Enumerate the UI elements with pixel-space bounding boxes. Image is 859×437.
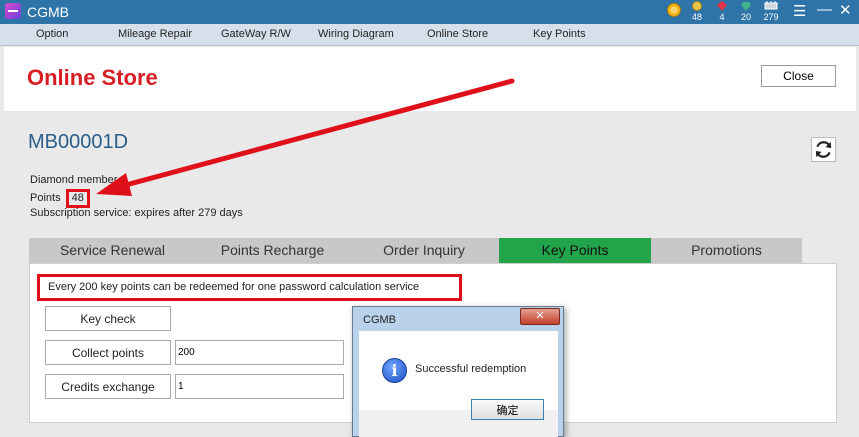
tab-bar: Service Renewal Points Recharge Order In… [29, 238, 802, 263]
info-icon: i [382, 358, 407, 383]
tab-points-recharge[interactable]: Points Recharge [196, 238, 349, 263]
ok-button[interactable]: 确定 [471, 399, 544, 420]
redemption-notice: Every 200 key points can be redeemed for… [37, 274, 462, 301]
tab-promotions[interactable]: Promotions [651, 238, 802, 263]
dialog-title: CGMB [363, 314, 396, 326]
tab-service-renewal[interactable]: Service Renewal [29, 238, 196, 263]
dialog-body: i Successful redemption [359, 331, 558, 437]
dialog-close-icon[interactable]: ✕ [520, 308, 560, 325]
message-dialog: CGMB ✕ i Successful redemption 确定 [352, 306, 564, 437]
credits-exchange-button[interactable]: Credits exchange [45, 374, 171, 399]
dialog-message: Successful redemption [415, 363, 527, 375]
credits-exchange-input[interactable] [175, 374, 344, 399]
tab-key-points[interactable]: Key Points [499, 238, 651, 263]
collect-points-input[interactable] [175, 340, 344, 365]
key-check-button[interactable]: Key check [45, 306, 171, 331]
tab-order-inquiry[interactable]: Order Inquiry [349, 238, 499, 263]
collect-points-button[interactable]: Collect points [45, 340, 171, 365]
